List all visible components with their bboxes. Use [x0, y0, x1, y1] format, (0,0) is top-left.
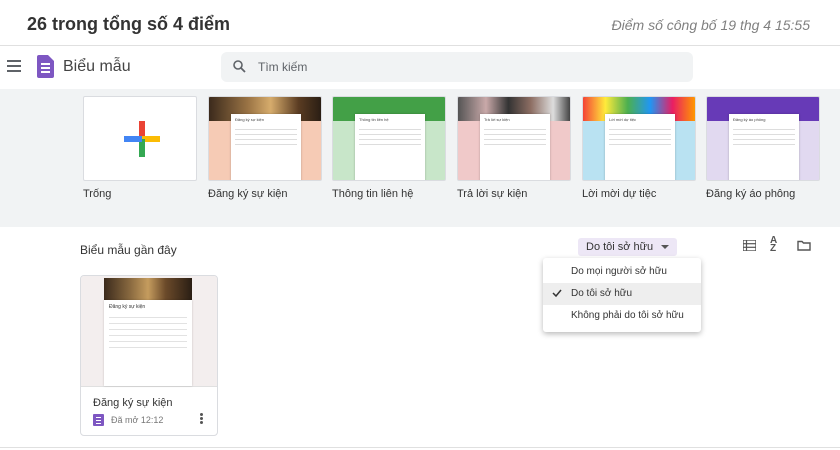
- form-header-image: [104, 278, 192, 300]
- check-icon: [552, 289, 562, 298]
- score-published-date: Điểm số công bố 19 thg 4 15:55: [611, 17, 810, 33]
- template-gallery: Trống Đăng ký sự kiện Đăng ký sự kiện Th…: [0, 89, 840, 227]
- template-thumbnail: Đăng ký áo phông: [706, 96, 820, 181]
- search-input[interactable]: Tìm kiếm: [221, 52, 693, 82]
- recent-form-card[interactable]: Đăng ký sự kiện Đăng ký sự kiện Đã mở 12…: [80, 275, 218, 436]
- template-label: Trống: [83, 188, 112, 200]
- owner-filter-dropdown[interactable]: Do tôi sở hữu: [578, 238, 678, 256]
- search-placeholder: Tìm kiếm: [258, 60, 308, 74]
- template-thumbnail: Lời mời dự tiệc: [582, 96, 696, 181]
- menu-item-owned-by-me[interactable]: Do tôi sở hữu: [543, 283, 701, 305]
- caret-down-icon: [661, 245, 670, 249]
- sort-az-icon[interactable]: AZ: [770, 236, 777, 254]
- form-preview: Đăng ký sự kiện: [104, 300, 192, 386]
- more-options-icon[interactable]: [200, 413, 204, 425]
- template-thumbnail: Thông tin liên hệ: [332, 96, 446, 181]
- template-blank[interactable]: Trống: [83, 96, 197, 200]
- search-icon: [233, 60, 246, 73]
- template-form-preview: Lời mời dự tiệc: [605, 114, 675, 180]
- template-tshirt-signup[interactable]: Đăng ký áo phông Đăng ký áo phông: [706, 96, 820, 200]
- list-view-icon[interactable]: [743, 240, 756, 251]
- score-banner: 26 trong tổng số 4 điểm Điểm số công bố …: [0, 0, 840, 46]
- folder-icon[interactable]: [797, 240, 811, 251]
- forms-logo-icon[interactable]: [37, 55, 54, 78]
- menu-icon[interactable]: [7, 60, 21, 72]
- plus-icon: [124, 121, 160, 157]
- template-label: Lời mời dự tiệc: [582, 188, 657, 200]
- app-header: Biểu mẫu Tìm kiếm: [0, 46, 840, 89]
- template-label: Trả lời sự kiện: [457, 188, 528, 200]
- template-label: Đăng ký sự kiện: [208, 188, 288, 200]
- template-form-preview: Trả lời sự kiện: [480, 114, 550, 180]
- recent-form-opened-time: Đã mở 12:12: [111, 415, 164, 425]
- divider: [0, 447, 840, 448]
- template-party-invite[interactable]: Lời mời dự tiệc Lời mời dự tiệc: [582, 96, 696, 200]
- menu-item-not-owned-by-me[interactable]: Không phải do tôi sở hữu: [543, 305, 701, 327]
- score-title: 26 trong tổng số 4 điểm: [27, 14, 231, 34]
- template-label: Thông tin liên hệ: [332, 188, 414, 200]
- template-event-registration[interactable]: Đăng ký sự kiện Đăng ký sự kiện: [208, 96, 322, 200]
- template-contact-info[interactable]: Thông tin liên hệ Thông tin liên hệ: [332, 96, 446, 200]
- menu-item-owned-by-anyone[interactable]: Do mọi người sở hữu: [543, 261, 701, 283]
- template-thumbnail: [83, 96, 197, 181]
- template-thumbnail: Trả lời sự kiện: [457, 96, 571, 181]
- app-name[interactable]: Biểu mẫu: [63, 58, 131, 76]
- recent-forms-title: Biểu mẫu gần đây: [80, 243, 177, 257]
- template-thumbnail: Đăng ký sự kiện: [208, 96, 322, 181]
- template-form-preview: Đăng ký áo phông: [729, 114, 799, 180]
- forms-small-icon: [93, 414, 104, 426]
- template-event-rsvp[interactable]: Trả lời sự kiện Trả lời sự kiện: [457, 96, 571, 200]
- template-label: Đăng ký áo phông: [706, 188, 796, 200]
- recent-form-thumbnail: Đăng ký sự kiện: [81, 276, 217, 387]
- owner-filter-menu: Do mọi người sở hữu Do tôi sở hữu Không …: [543, 258, 701, 332]
- template-form-preview: Thông tin liên hệ: [355, 114, 425, 180]
- template-form-preview: Đăng ký sự kiện: [231, 114, 301, 180]
- owner-filter-label: Do tôi sở hữu: [586, 241, 654, 253]
- recent-form-name: Đăng ký sự kiện: [93, 397, 173, 409]
